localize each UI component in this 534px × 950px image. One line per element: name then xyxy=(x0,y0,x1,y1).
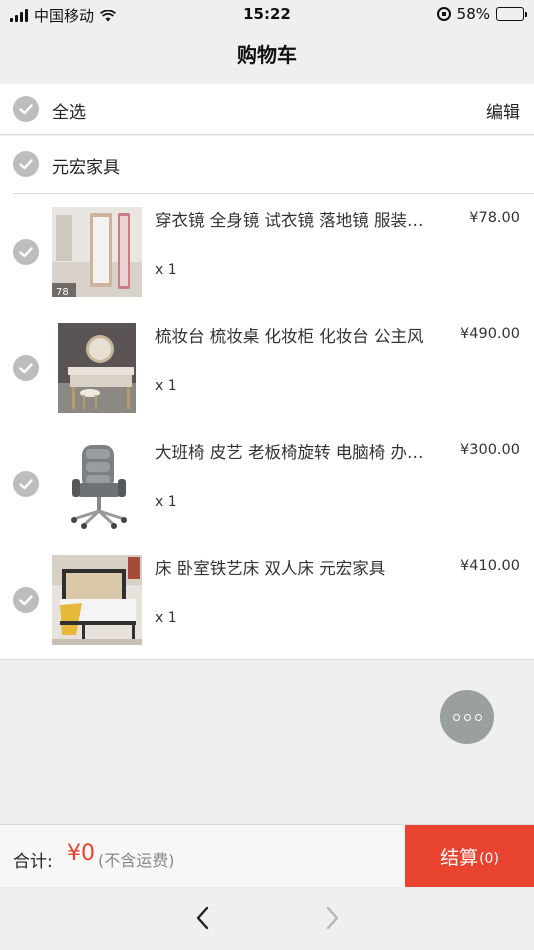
item-checkbox[interactable] xyxy=(13,355,39,381)
status-right: 58% xyxy=(436,5,527,23)
edit-button[interactable]: 编辑 xyxy=(486,98,520,123)
item-title[interactable]: 大班椅 皮艺 老板椅旋转 电脑椅 办公椅 xyxy=(155,439,433,463)
chevron-left-icon xyxy=(196,906,209,930)
select-all-row: 全选 编辑 xyxy=(0,84,534,135)
cart-panel: 元宏家具 78 穿衣镜 全身镜 试衣镜 落地镜 服装店镜子 ¥78.00 x 1 xyxy=(0,136,534,660)
browser-toolbar xyxy=(0,887,534,950)
back-button[interactable] xyxy=(193,905,213,931)
item-thumbnail[interactable] xyxy=(52,439,142,529)
orientation-lock-icon xyxy=(436,7,451,21)
check-icon xyxy=(19,159,33,170)
check-icon xyxy=(19,479,33,490)
more-icon xyxy=(463,713,471,721)
item-quantity: x 1 xyxy=(155,378,177,394)
checkout-label: 结算 xyxy=(440,847,479,869)
more-button[interactable] xyxy=(440,690,494,744)
item-title[interactable]: 梳妆台 梳妆桌 化妆柜 化妆台 公主风 xyxy=(155,323,433,347)
item-thumbnail[interactable] xyxy=(52,555,142,645)
item-thumbnail[interactable] xyxy=(52,323,142,413)
status-bar: 中国移动 15:22 58% xyxy=(0,0,534,30)
shipping-note: (不含运费) xyxy=(98,851,175,870)
more-icon xyxy=(474,713,482,721)
item-quantity: x 1 xyxy=(155,494,177,510)
battery-icon xyxy=(496,7,527,21)
mirror-image: 78 xyxy=(52,207,142,297)
nav-bar: 购物车 xyxy=(0,30,534,84)
checkout-bar: 合计: ¥0 (不含运费) 结算 (0) xyxy=(0,824,534,888)
check-icon xyxy=(19,595,33,606)
select-all-label[interactable]: 全选 xyxy=(52,98,86,123)
item-quantity: x 1 xyxy=(155,262,177,278)
total-amount: ¥0 xyxy=(67,841,95,866)
item-checkbox[interactable] xyxy=(13,587,39,613)
cart-item[interactable]: 床 卧室铁艺床 双人床 元宏家具 ¥410.00 x 1 xyxy=(0,542,534,658)
item-price: ¥410.00 xyxy=(460,558,520,574)
bed-image xyxy=(52,555,142,645)
checkout-button[interactable]: 结算 (0) xyxy=(405,825,534,888)
shop-row: 元宏家具 xyxy=(0,136,534,193)
item-quantity: x 1 xyxy=(155,610,177,626)
check-icon xyxy=(19,363,33,374)
item-checkbox[interactable] xyxy=(13,471,39,497)
check-icon xyxy=(19,104,33,115)
item-title[interactable]: 床 卧室铁艺床 双人床 元宏家具 xyxy=(155,555,433,579)
shop-name[interactable]: 元宏家具 xyxy=(52,153,120,178)
chevron-right-icon xyxy=(326,906,339,930)
cart-item[interactable]: 大班椅 皮艺 老板椅旋转 电脑椅 办公椅 ¥300.00 x 1 xyxy=(0,426,534,542)
select-all-checkbox[interactable] xyxy=(13,96,39,122)
battery-percent: 58% xyxy=(456,5,490,23)
item-price: ¥78.00 xyxy=(469,210,520,226)
forward-button[interactable] xyxy=(322,905,342,931)
cart-item[interactable]: 78 穿衣镜 全身镜 试衣镜 落地镜 服装店镜子 ¥78.00 x 1 xyxy=(0,194,534,310)
item-price: ¥490.00 xyxy=(460,326,520,342)
chair-image xyxy=(52,439,142,529)
item-checkbox[interactable] xyxy=(13,239,39,265)
item-thumbnail[interactable]: 78 xyxy=(52,207,142,297)
total-label: 合计: xyxy=(13,852,53,872)
check-icon xyxy=(19,247,33,258)
cart-item[interactable]: 梳妆台 梳妆桌 化妆柜 化妆台 公主风 ¥490.00 x 1 xyxy=(0,310,534,426)
shop-checkbox[interactable] xyxy=(13,151,39,177)
dresser-image xyxy=(52,323,142,413)
more-icon xyxy=(452,713,460,721)
item-price: ¥300.00 xyxy=(460,442,520,458)
page-title: 购物车 xyxy=(237,43,297,67)
item-title[interactable]: 穿衣镜 全身镜 试衣镜 落地镜 服装店镜子 xyxy=(155,207,433,231)
checkout-count: (0) xyxy=(479,850,499,867)
thumb-badge: 78 xyxy=(56,287,69,297)
